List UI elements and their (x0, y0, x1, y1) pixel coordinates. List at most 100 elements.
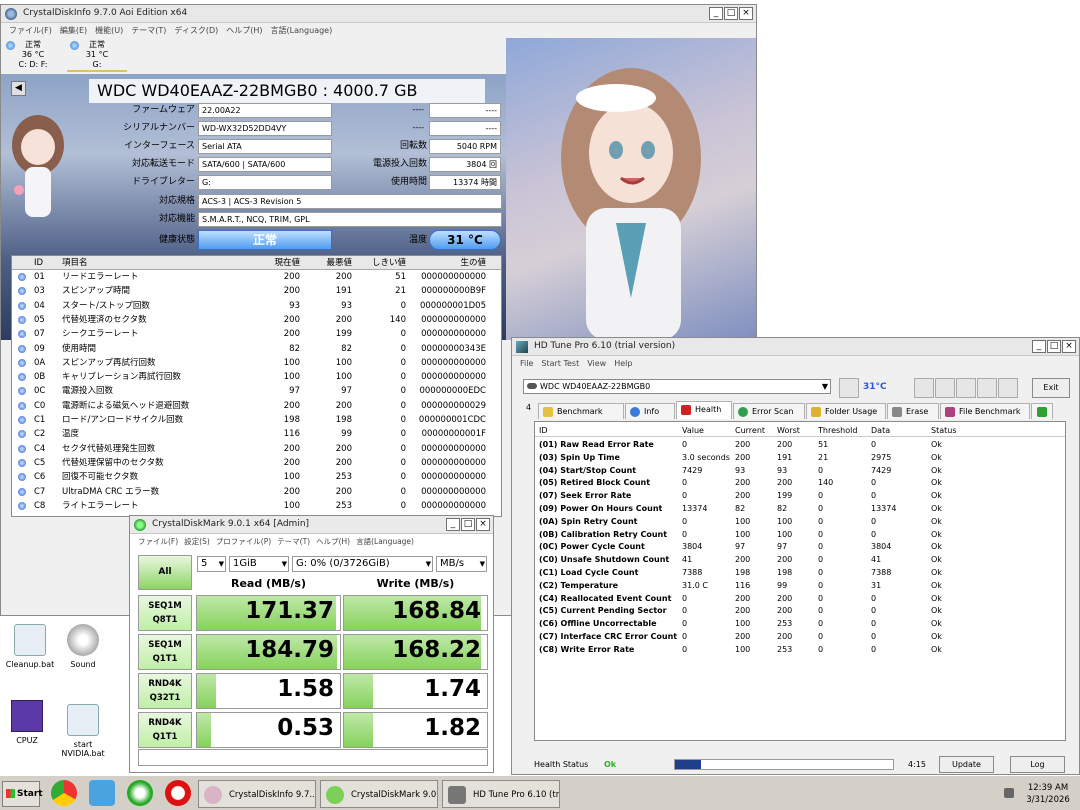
hdt-row[interactable]: (0C) Power Cycle Count 3804 97 97 0 3804 Ok (535, 541, 1065, 554)
smart-row[interactable]: 03 スピンアップ時間 200 191 21 000000000B9F (12, 284, 501, 298)
hdt-row[interactable]: (05) Retired Block Count 0 200 200 140 0 Ok (535, 477, 1065, 490)
smart-row[interactable]: 09 使用時間 82 82 0 00000000343E (12, 342, 501, 356)
toolbar-button-6[interactable] (998, 378, 1018, 398)
hdt-title-bar[interactable]: HD Tune Pro 6.10 (trial version) _ □ × (512, 338, 1079, 356)
menu-file[interactable]: ファイル(F) (9, 25, 52, 36)
test-count-select[interactable]: 5 ▼ (197, 556, 226, 572)
hdt-row[interactable]: (0A) Spin Retry Count 0 100 100 0 0 Ok (535, 516, 1065, 529)
minimize-button[interactable]: _ (446, 518, 460, 531)
minimize-button[interactable]: _ (1032, 340, 1046, 353)
desktop-icon-cpuz[interactable]: CPUZ (0, 700, 57, 745)
maximize-button[interactable]: □ (724, 7, 738, 20)
tab-health[interactable]: Health (676, 401, 732, 419)
drive-tab-2[interactable]: 正常 31 °C G: (67, 40, 127, 72)
test-run-button[interactable]: RND4K Q32T1 (138, 673, 192, 709)
tab-info[interactable]: Info (625, 403, 675, 419)
tab-folder-usage[interactable]: Folder Usage (806, 403, 886, 419)
close-button[interactable]: × (739, 7, 753, 20)
hdt-row[interactable]: (03) Spin Up Time 3.0 seconds 200 191 21 2975… (535, 452, 1065, 465)
hdt-row[interactable]: (09) Power On Hours Count 13374 82 82 0 13374… (535, 503, 1065, 516)
smart-row[interactable]: C2 温度 116 99 0 00000000001F (12, 427, 501, 441)
exit-button[interactable]: Exit (1032, 378, 1070, 398)
hdt-row[interactable]: (C2) Temperature 31.0 C 116 99 0 31 Ok (535, 580, 1065, 593)
hdt-row[interactable]: (C1) Load Cycle Count 7388 198 198 0 7388 Ok (535, 567, 1065, 580)
task-hdtune[interactable]: HD Tune Pro 6.10 (tri... (442, 780, 560, 808)
menu-language[interactable]: 言語(Language) (271, 25, 333, 36)
toolbar-button-5[interactable] (977, 378, 997, 398)
toolbar-button-2[interactable] (914, 378, 934, 398)
close-button[interactable]: × (1062, 340, 1076, 353)
test-run-button[interactable]: SEQ1M Q1T1 (138, 634, 192, 670)
menu-help[interactable]: ヘルプ(H) (316, 536, 350, 547)
test-drive-select[interactable]: G: 0% (0/3726GiB) ▼ (292, 556, 433, 572)
update-button[interactable]: Update (939, 756, 994, 773)
smart-row[interactable]: 07 シークエラーレート 200 199 0 000000000000 (12, 327, 501, 341)
menu-edit[interactable]: 編集(E) (60, 25, 87, 36)
log-button[interactable]: Log (1010, 756, 1065, 773)
drive-select[interactable]: WDC WD40EAAZ-22BMGB0 ▼ (523, 379, 831, 394)
toolbar-button-3[interactable] (935, 378, 955, 398)
menu-settings[interactable]: 設定(S) (184, 536, 210, 547)
hdt-row[interactable]: (0B) Calibration Retry Count 0 100 100 0 0 Ok (535, 529, 1065, 542)
hdt-row[interactable]: (04) Start/Stop Count 7429 93 93 0 7429 Ok (535, 465, 1065, 478)
hdt-row[interactable]: (C0) Unsafe Shutdown Count 41 200 200 0 41 Ok (535, 554, 1065, 567)
menu-language[interactable]: 言語(Language) (356, 536, 414, 547)
cdi-title-bar[interactable]: CrystalDiskInfo 9.7.0 Aoi Edition x64 _ … (1, 5, 756, 23)
hdt-row[interactable]: (01) Raw Read Error Rate 0 200 200 51 0 Ok (535, 439, 1065, 452)
task-crystaldiskmark[interactable]: CrystalDiskMark 9.0.... (320, 780, 438, 808)
clock[interactable]: 12:39 AM 3/31/2026 (1018, 782, 1078, 806)
smart-row[interactable]: 04 スタート/ストップ回数 93 93 0 000000001D05 (12, 299, 501, 313)
cdm-title-bar[interactable]: CrystalDiskMark 9.0.1 x64 [Admin] _ □ × (130, 516, 493, 534)
smart-row[interactable]: C5 代替処理保留中のセクタ数 200 200 0 000000000000 (12, 456, 501, 470)
chrome-icon[interactable] (51, 780, 77, 806)
maximize-button[interactable]: □ (1047, 340, 1061, 353)
smart-row[interactable]: C7 UltraDMA CRC エラー数 200 200 0 000000000000 (12, 485, 501, 499)
test-run-button[interactable]: RND4K Q1T1 (138, 712, 192, 748)
hdt-row[interactable]: (07) Seek Error Rate 0 200 199 0 0 Ok (535, 490, 1065, 503)
toolbar-button-1[interactable] (839, 378, 859, 398)
test-size-select[interactable]: 1GiB ▼ (229, 556, 289, 572)
smart-row[interactable]: C1 ロード/アンロードサイクル回数 198 198 0 000000001CDC (12, 413, 501, 427)
xbox-icon[interactable] (127, 780, 153, 806)
tab-more[interactable] (1031, 403, 1053, 419)
smart-row[interactable]: C4 セクタ代替処理発生回数 200 200 0 000000000000 (12, 442, 501, 456)
drive-tab-1[interactable]: 正常 36 °C C: D: F: (3, 40, 63, 72)
menu-function[interactable]: 機能(U) (95, 25, 123, 36)
tab-error-scan[interactable]: Error Scan (733, 403, 805, 419)
menu-theme[interactable]: テーマ(T) (131, 25, 166, 36)
search-app-icon[interactable] (89, 780, 115, 806)
menu-start-test[interactable]: Start Test (541, 359, 579, 368)
smart-row[interactable]: 01 リードエラーレート 200 200 51 000000000000 (12, 270, 501, 284)
menu-disk[interactable]: ディスク(D) (174, 25, 218, 36)
menu-file[interactable]: File (520, 359, 533, 368)
hdt-row[interactable]: (C4) Reallocated Event Count 0 200 200 0 0 Ok (535, 593, 1065, 606)
smart-row[interactable]: C8 ライトエラーレート 100 253 0 000000000000 (12, 499, 501, 513)
all-button[interactable]: All (138, 555, 192, 590)
test-run-button[interactable]: SEQ1M Q8T1 (138, 595, 192, 631)
toolbar-button-4[interactable] (956, 378, 976, 398)
back-button[interactable]: ◀ (11, 81, 26, 96)
smart-row[interactable]: C6 回復不可能セクタ数 100 253 0 000000000000 (12, 470, 501, 484)
menu-view[interactable]: View (587, 359, 606, 368)
minimize-button[interactable]: _ (709, 7, 723, 20)
tab-scroll-left[interactable]: 4 (526, 403, 531, 412)
temperature-button[interactable]: 31 °C (429, 230, 501, 250)
smart-row[interactable]: C0 電源断による磁気ヘッド退避回数 200 200 0 000000000029 (12, 399, 501, 413)
desktop-icon-sound[interactable]: Sound (53, 624, 113, 669)
smart-row[interactable]: 0B キャリブレーション再試行回数 100 100 0 000000000000 (12, 370, 501, 384)
tab-benchmark[interactable]: Benchmark (538, 403, 624, 419)
tab-file-benchmark[interactable]: File Benchmark (940, 403, 1030, 419)
menu-profile[interactable]: プロファイル(P) (216, 536, 271, 547)
health-status-button[interactable]: 正常 (198, 230, 332, 250)
hdt-row[interactable]: (C6) Offline Uncorrectable 0 100 253 0 0 Ok (535, 618, 1065, 631)
menu-theme[interactable]: テーマ(T) (277, 536, 310, 547)
desktop-icon-nvidia[interactable]: start NVIDIA.bat (53, 704, 113, 758)
maximize-button[interactable]: □ (461, 518, 475, 531)
desktop-icon-cleanup[interactable]: Cleanup.bat (0, 624, 60, 669)
tray-speaker-icon[interactable] (1004, 788, 1014, 798)
start-button[interactable]: Start (2, 781, 43, 807)
close-button[interactable]: × (476, 518, 490, 531)
hdt-row[interactable]: (C7) Interface CRC Error Count 0 200 200 0 0 O… (535, 631, 1065, 644)
opera-icon[interactable] (165, 780, 191, 806)
menu-help[interactable]: ヘルプ(H) (226, 25, 262, 36)
